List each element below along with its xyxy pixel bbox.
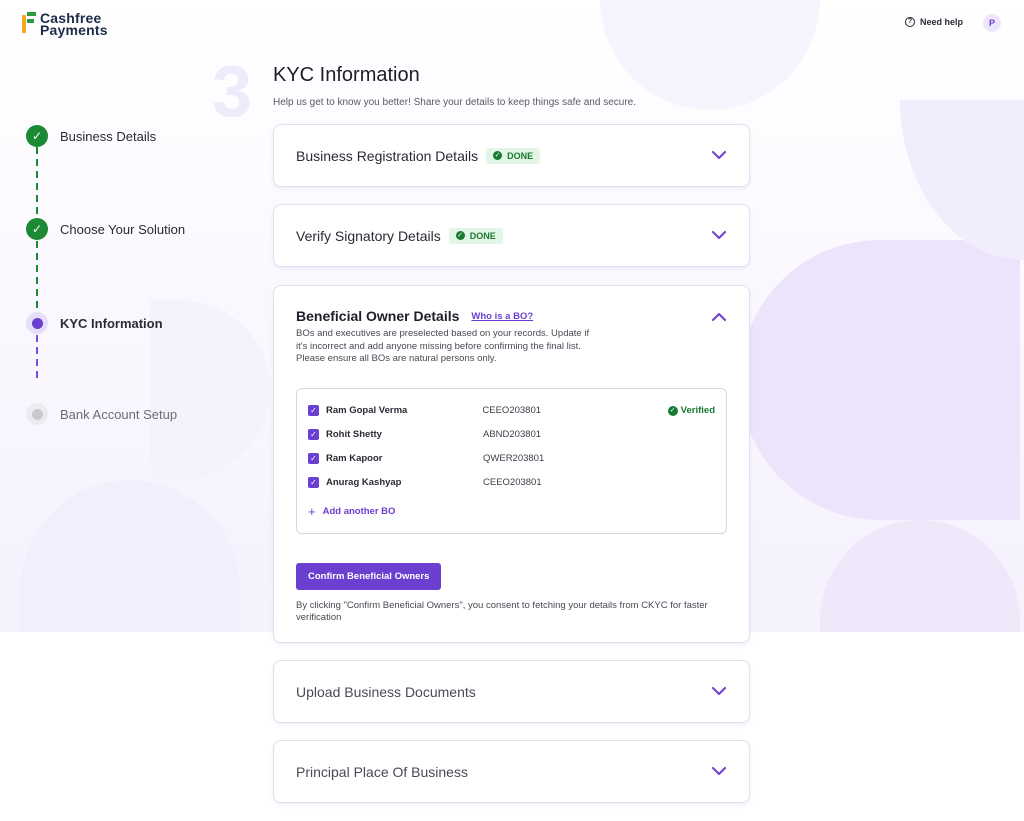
step-label: Bank Account Setup bbox=[60, 406, 178, 422]
help-icon: ? bbox=[905, 17, 915, 27]
verified-label: Verified bbox=[680, 405, 715, 416]
beneficial-owner-title: Beneficial Owner Details bbox=[296, 308, 460, 324]
list-item: ✓ Ram Kapoor QWER203801 bbox=[308, 447, 715, 471]
verified-status: ✓ Verified bbox=[667, 405, 715, 416]
chevron-down-icon[interactable] bbox=[711, 148, 727, 164]
stepper-connector bbox=[36, 241, 38, 313]
beneficial-owner-list: ✓ Ram Gopal Verma CEEO203801 ✓ Verified … bbox=[296, 387, 727, 534]
stepper-connector bbox=[36, 147, 38, 219]
business-registration-card[interactable]: Business Registration Details ✓ DONE bbox=[273, 124, 750, 187]
owner-name: Anurag Kashyap bbox=[326, 477, 402, 488]
step-label: Choose Your Solution bbox=[60, 221, 186, 237]
owner-name: Rohit Shetty bbox=[326, 429, 382, 440]
owner-name: Ram Kapoor bbox=[326, 453, 383, 464]
check-circle-icon: ✓ bbox=[667, 405, 678, 416]
chevron-down-icon[interactable] bbox=[711, 684, 727, 700]
owner-id: CEEO203801 bbox=[482, 405, 542, 416]
check-icon: ✓ bbox=[455, 231, 465, 240]
step-choose-solution[interactable]: ✓ Choose Your Solution bbox=[26, 218, 185, 240]
list-item: ✓ Anurag Kashyap CEEO203801 bbox=[308, 471, 715, 495]
beneficial-owner-card: Beneficial Owner Details Who is a BO? BO… bbox=[273, 285, 750, 643]
consent-text: By clicking "Confirm Beneficial Owners",… bbox=[296, 599, 708, 624]
verify-signatory-title: Verify Signatory Details bbox=[296, 227, 441, 244]
step-number: 3 bbox=[212, 52, 253, 132]
add-another-bo-button[interactable]: + Add another BO bbox=[308, 499, 715, 525]
step-label: Business Details bbox=[60, 128, 157, 144]
chevron-down-icon[interactable] bbox=[711, 228, 727, 244]
who-is-bo-link[interactable]: Who is a BO? bbox=[471, 311, 533, 322]
business-registration-title: Business Registration Details bbox=[296, 147, 479, 164]
done-label: DONE bbox=[469, 230, 496, 241]
upload-business-documents-card[interactable]: Upload Business Documents bbox=[273, 660, 750, 723]
logo-mark-icon bbox=[22, 12, 36, 34]
done-badge: ✓ DONE bbox=[448, 227, 503, 244]
logo-text-line2: Payments bbox=[40, 22, 108, 38]
done-badge: ✓ DONE bbox=[486, 147, 541, 164]
active-step-icon bbox=[26, 312, 48, 334]
check-icon: ✓ bbox=[26, 125, 48, 147]
owner-id: ABND203801 bbox=[483, 429, 542, 440]
step-label: KYC Information bbox=[60, 315, 163, 331]
checkbox[interactable]: ✓ bbox=[308, 405, 319, 416]
plus-icon: + bbox=[308, 504, 316, 519]
confirm-beneficial-owners-button[interactable]: Confirm Beneficial Owners bbox=[296, 562, 442, 590]
pending-step-icon bbox=[26, 403, 48, 425]
owner-id: QWER203801 bbox=[483, 453, 545, 464]
page-subtitle: Help us get to know you better! Share yo… bbox=[273, 97, 636, 108]
page-title: KYC Information bbox=[273, 64, 420, 86]
done-label: DONE bbox=[507, 150, 534, 161]
checkbox[interactable]: ✓ bbox=[308, 429, 319, 440]
beneficial-owner-description: BOs and executives are preselected based… bbox=[296, 328, 590, 364]
stepper-connector bbox=[36, 335, 38, 379]
cashfree-logo[interactable]: Cashfree Payments bbox=[22, 11, 108, 38]
step-kyc-information[interactable]: KYC Information bbox=[26, 312, 163, 334]
need-help-link[interactable]: ? Need help bbox=[905, 17, 963, 27]
owner-name: Ram Gopal Verma bbox=[326, 405, 408, 416]
add-another-bo-label: Add another BO bbox=[322, 506, 396, 517]
step-business-details[interactable]: ✓ Business Details bbox=[26, 125, 156, 147]
chevron-up-icon[interactable] bbox=[711, 308, 727, 324]
check-icon: ✓ bbox=[26, 218, 48, 240]
need-help-label: Need help bbox=[920, 17, 964, 27]
avatar[interactable]: P bbox=[983, 14, 1001, 32]
step-bank-account-setup: Bank Account Setup bbox=[26, 403, 177, 425]
principal-place-title: Principal Place Of Business bbox=[296, 763, 468, 780]
principal-place-card[interactable]: Principal Place Of Business bbox=[273, 740, 750, 803]
upload-documents-title: Upload Business Documents bbox=[296, 683, 476, 700]
check-icon: ✓ bbox=[493, 151, 503, 160]
chevron-down-icon[interactable] bbox=[711, 764, 727, 780]
checkbox[interactable]: ✓ bbox=[308, 477, 319, 488]
checkbox[interactable]: ✓ bbox=[308, 453, 319, 464]
owner-id: CEEO203801 bbox=[483, 477, 542, 488]
list-item: ✓ Ram Gopal Verma CEEO203801 ✓ Verified bbox=[308, 399, 715, 423]
list-item: ✓ Rohit Shetty ABND203801 bbox=[308, 423, 715, 447]
verify-signatory-card[interactable]: Verify Signatory Details ✓ DONE bbox=[273, 204, 750, 267]
